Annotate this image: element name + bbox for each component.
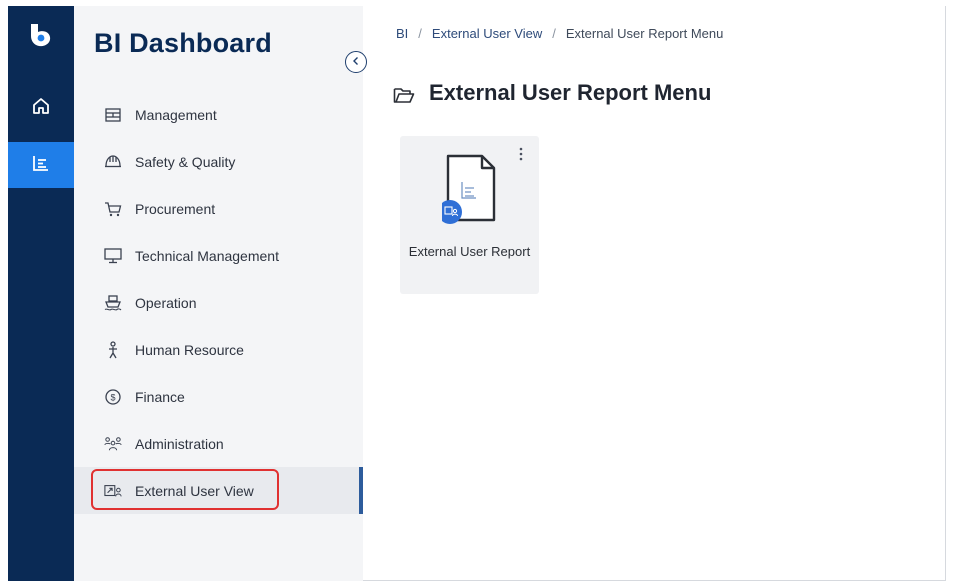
sidebar-item-safety-quality[interactable]: Safety & Quality bbox=[74, 138, 363, 185]
sidebar-item-human-resource[interactable]: Human Resource bbox=[74, 326, 363, 373]
app-title: BI Dashboard bbox=[94, 28, 272, 58]
collapse-sidebar-button[interactable] bbox=[345, 51, 367, 73]
sidebar-item-finance[interactable]: $ Finance bbox=[74, 373, 363, 420]
breadcrumb-external-user-view[interactable]: External User View bbox=[432, 26, 542, 41]
sidebar-item-label: Management bbox=[135, 106, 217, 123]
safety-helmet-icon bbox=[104, 153, 122, 171]
logo-icon bbox=[28, 22, 54, 48]
folder-open-icon bbox=[393, 84, 415, 103]
cart-icon bbox=[104, 200, 122, 218]
sidebar-item-external-user-view[interactable]: External User View bbox=[74, 467, 363, 514]
sidebar-item-label: Administration bbox=[135, 435, 224, 452]
ship-icon bbox=[104, 294, 122, 312]
icon-rail bbox=[8, 6, 74, 581]
sidebar: BI Dashboard Management Safety & Quality… bbox=[74, 6, 367, 581]
report-document-icon bbox=[438, 154, 502, 237]
person-icon bbox=[104, 340, 122, 359]
breadcrumb-separator: / bbox=[552, 26, 556, 41]
sidebar-item-label: Procurement bbox=[135, 200, 216, 217]
people-icon bbox=[104, 435, 122, 453]
page-title-text: External User Report Menu bbox=[429, 80, 712, 105]
page-title: External User Report Menu bbox=[393, 80, 711, 106]
sidebar-item-label: Safety & Quality bbox=[135, 153, 236, 170]
sidebar-item-label: Technical Management bbox=[135, 247, 279, 264]
home-icon bbox=[31, 96, 51, 121]
sidebar-item-administration[interactable]: Administration bbox=[74, 420, 363, 467]
sidebar-item-technical-management[interactable]: Technical Management bbox=[74, 232, 363, 279]
sidebar-item-procurement[interactable]: Procurement bbox=[74, 185, 363, 232]
rail-reports-button[interactable] bbox=[8, 142, 74, 188]
breadcrumb-root[interactable]: BI bbox=[396, 26, 408, 41]
sidebar-item-operation[interactable]: Operation bbox=[74, 279, 363, 326]
rail-home-button[interactable] bbox=[8, 88, 74, 128]
reports-icon bbox=[32, 154, 50, 177]
sidebar-item-management[interactable]: Management bbox=[74, 91, 363, 138]
dollar-icon: $ bbox=[104, 388, 122, 406]
management-icon bbox=[104, 106, 122, 124]
breadcrumb-current: External User Report Menu bbox=[565, 26, 724, 41]
sidebar-nav: Management Safety & Quality Procurement … bbox=[74, 91, 363, 514]
more-options-icon[interactable] bbox=[519, 146, 523, 164]
report-tile-label: External User Report bbox=[408, 244, 531, 259]
svg-text:$: $ bbox=[110, 392, 115, 402]
chevron-left-icon bbox=[351, 53, 361, 71]
breadcrumb-separator: / bbox=[418, 26, 422, 41]
report-tile[interactable]: External User Report bbox=[400, 136, 539, 294]
sidebar-item-label: Human Resource bbox=[135, 341, 244, 358]
sidebar-item-label: Finance bbox=[135, 388, 185, 405]
monitor-icon bbox=[104, 247, 122, 265]
highlight-annotation bbox=[91, 469, 279, 510]
breadcrumb: BI / External User View / External User … bbox=[396, 26, 723, 41]
sidebar-item-label: Operation bbox=[135, 294, 197, 311]
